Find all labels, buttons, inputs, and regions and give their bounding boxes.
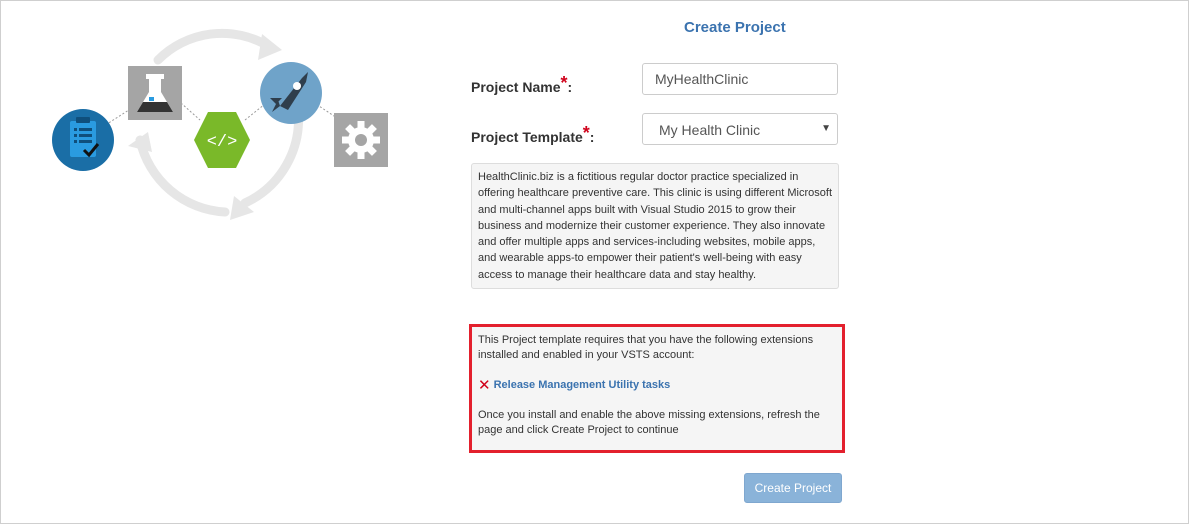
clipboard-check-icon <box>52 109 114 171</box>
rocket-icon <box>260 62 322 124</box>
required-marker: * <box>582 123 590 143</box>
chevron-down-icon: ▼ <box>821 123 831 134</box>
project-name-label-text: Project Name <box>471 79 561 95</box>
extensions-after-text: Once you install and enable the above mi… <box>478 409 820 436</box>
project-template-select[interactable]: My Health Clinic ▼ <box>642 113 838 145</box>
project-template-label: Project Template*: <box>471 123 595 147</box>
page-title: Create Project <box>684 19 786 36</box>
devops-cycle-illustration: </> <box>52 28 388 220</box>
create-project-button[interactable]: Create Project <box>744 473 842 503</box>
extensions-requirement-text: This Project template requires that you … <box>478 334 814 361</box>
arrow-head-top <box>258 34 282 60</box>
extension-link-release-management[interactable]: Release Management Utility tasks <box>494 378 671 393</box>
flask-icon <box>128 66 182 120</box>
svg-text:</>: </> <box>207 133 238 152</box>
missing-extensions-panel: This Project template requires that you … <box>469 324 845 453</box>
arrow-head-left <box>128 132 152 152</box>
label-colon: : <box>589 129 595 145</box>
template-selected-value: My Health Clinic <box>659 122 761 138</box>
code-icon: </> <box>194 112 250 168</box>
required-marker: * <box>560 73 568 93</box>
project-template-label-text: Project Template <box>471 129 583 145</box>
project-name-label: Project Name*: <box>471 73 573 97</box>
x-icon: ✕ <box>478 376 491 394</box>
template-description: HealthClinic.biz is a fictitious regular… <box>471 163 839 289</box>
project-name-input[interactable] <box>642 63 838 95</box>
label-colon: : <box>567 79 573 95</box>
missing-extension-item: ✕ Release Management Utility tasks <box>478 378 836 393</box>
gear-icon <box>334 113 388 167</box>
